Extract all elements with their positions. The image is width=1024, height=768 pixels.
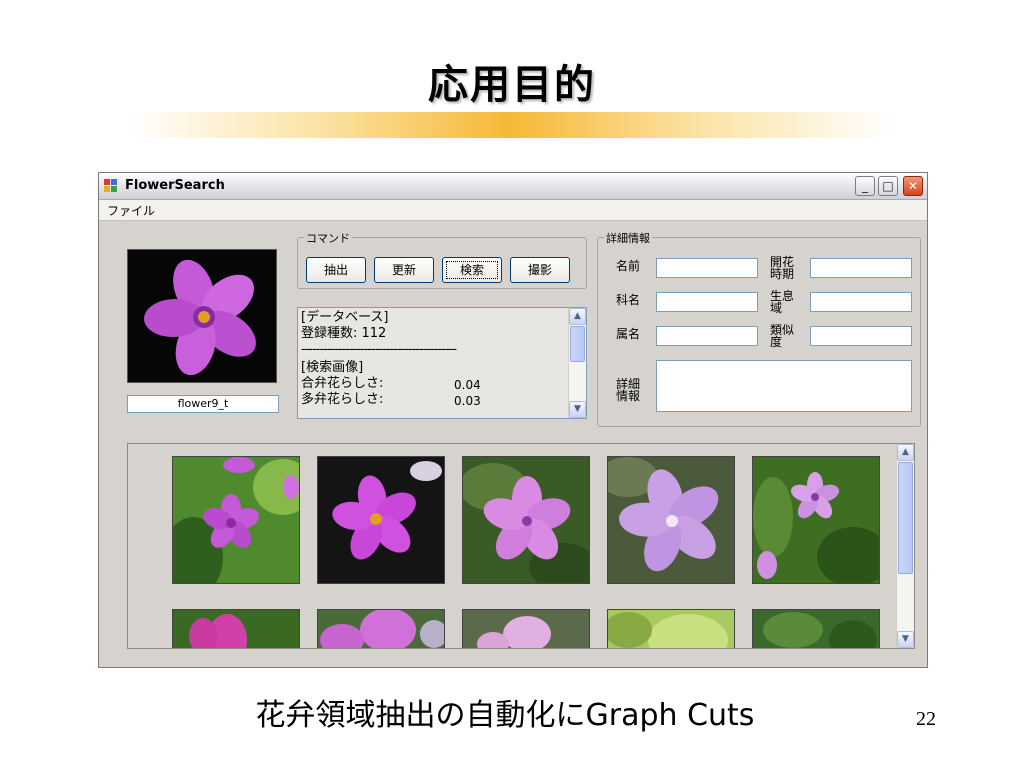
app-icon bbox=[104, 179, 118, 193]
minimize-button[interactable]: _ bbox=[855, 176, 875, 196]
command-group: コマンド 抽出 更新 検索 撮影 bbox=[297, 230, 587, 289]
capture-button[interactable]: 撮影 bbox=[510, 257, 570, 283]
habitat-label-line2: 域 bbox=[770, 301, 783, 315]
details-legend: 詳細情報 bbox=[604, 230, 652, 246]
log-search-header: [検索画像] bbox=[301, 360, 364, 375]
flower-thumbnail-icon bbox=[463, 610, 589, 648]
log-textbox[interactable]: [データベース] 登録種数: 112 ---------------------… bbox=[297, 307, 587, 419]
slide-page-number: 22 bbox=[916, 708, 936, 730]
flower-thumbnail-icon bbox=[173, 457, 299, 583]
log-row-label: 多弁花らしさ: bbox=[301, 392, 384, 407]
info-label-line2: 情報 bbox=[616, 389, 641, 403]
family-field[interactable] bbox=[656, 292, 758, 312]
flower-thumbnail-icon bbox=[608, 610, 734, 648]
flower-thumbnail-icon bbox=[753, 610, 879, 648]
result-thumbnail[interactable] bbox=[172, 456, 300, 584]
scroll-up-arrow-icon[interactable]: ▲ bbox=[897, 444, 914, 461]
scroll-down-arrow-icon[interactable]: ▼ bbox=[897, 631, 914, 648]
flower-thumbnail-icon bbox=[608, 457, 734, 583]
window-titlebar[interactable]: FlowerSearch _ □ ✕ bbox=[99, 173, 927, 200]
query-flower-image bbox=[127, 249, 277, 383]
title-underline-decoration bbox=[130, 112, 890, 138]
genus-label: 属名 bbox=[616, 327, 641, 341]
scroll-thumb[interactable] bbox=[898, 462, 913, 574]
details-group: 詳細情報 名前 開花 時期 科名 生息 域 属名 類似 度 詳細 情報 bbox=[597, 230, 921, 427]
log-row-value: 0.04 bbox=[454, 378, 481, 392]
name-label: 名前 bbox=[616, 259, 641, 273]
extract-button[interactable]: 抽出 bbox=[306, 257, 366, 283]
flower-thumbnail-icon bbox=[318, 457, 444, 583]
similarity-label-line2: 度 bbox=[770, 335, 783, 349]
result-thumbnail[interactable] bbox=[172, 609, 300, 648]
bloom-label-line2: 時期 bbox=[770, 267, 795, 281]
slide-caption: 花弁領域抽出の自動化にGraph Cuts bbox=[255, 698, 755, 733]
close-button[interactable]: ✕ bbox=[903, 176, 923, 196]
result-thumbnail[interactable] bbox=[752, 609, 880, 648]
result-thumbnail[interactable] bbox=[317, 609, 445, 648]
menu-bar: ファイル bbox=[99, 200, 927, 221]
bloom-period-field[interactable] bbox=[810, 258, 912, 278]
log-row-value: 0.03 bbox=[454, 394, 481, 408]
result-thumbnail[interactable] bbox=[462, 609, 590, 648]
flower-thumbnail-icon bbox=[463, 457, 589, 583]
flower-thumbnail-icon bbox=[173, 610, 299, 648]
update-button[interactable]: 更新 bbox=[374, 257, 434, 283]
flower-image-icon bbox=[128, 250, 276, 382]
results-scrollbar[interactable]: ▲ ▼ bbox=[896, 444, 914, 648]
scroll-up-arrow-icon[interactable]: ▲ bbox=[569, 308, 586, 325]
log-row-label: 合弁花らしさ: bbox=[301, 376, 384, 391]
menu-file[interactable]: ファイル bbox=[107, 202, 155, 219]
maximize-button[interactable]: □ bbox=[878, 176, 898, 196]
log-db-header: [データベース] bbox=[301, 310, 389, 325]
genus-field[interactable] bbox=[656, 326, 758, 346]
result-thumbnail[interactable] bbox=[752, 456, 880, 584]
log-registered-count: 登録種数: 112 bbox=[301, 326, 387, 341]
result-thumbnail[interactable] bbox=[317, 456, 445, 584]
flower-thumbnail-icon bbox=[753, 457, 879, 583]
scroll-thumb[interactable] bbox=[570, 326, 585, 362]
log-separator: ----------------------------------------… bbox=[301, 342, 457, 357]
window-title: FlowerSearch bbox=[125, 178, 225, 193]
slide-title: 応用目的 bbox=[428, 62, 596, 108]
result-thumbnail[interactable] bbox=[462, 456, 590, 584]
query-image-label: flower9_t bbox=[127, 395, 279, 413]
similarity-field[interactable] bbox=[810, 326, 912, 346]
search-button[interactable]: 検索 bbox=[442, 257, 502, 283]
command-legend: コマンド bbox=[304, 230, 352, 246]
family-label: 科名 bbox=[616, 293, 641, 307]
result-thumbnail[interactable] bbox=[607, 456, 735, 584]
result-thumbnail[interactable] bbox=[607, 609, 735, 648]
info-textarea[interactable] bbox=[656, 360, 912, 412]
flower-thumbnail-icon bbox=[318, 610, 444, 648]
habitat-field[interactable] bbox=[810, 292, 912, 312]
flowersearch-window: FlowerSearch _ □ ✕ ファイル flower9_t コマンド 抽… bbox=[98, 172, 928, 668]
log-scrollbar[interactable]: ▲ ▼ bbox=[568, 308, 586, 418]
scroll-down-arrow-icon[interactable]: ▼ bbox=[569, 401, 586, 418]
results-panel[interactable]: ▲ ▼ bbox=[127, 443, 915, 649]
name-field[interactable] bbox=[656, 258, 758, 278]
